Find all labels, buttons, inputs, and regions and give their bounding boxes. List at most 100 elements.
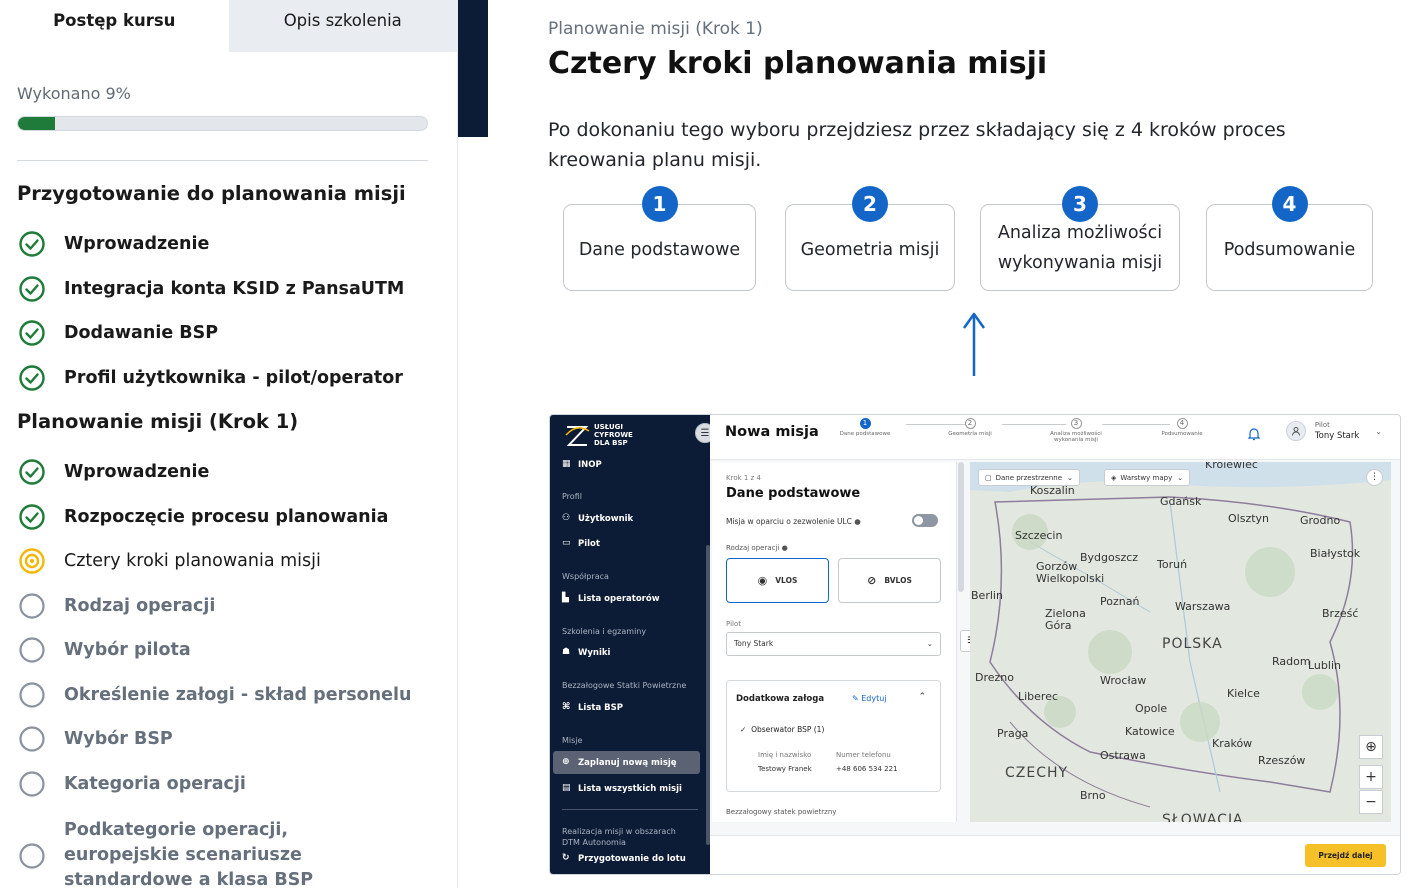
nav-item-label: Lista wszystkich misji: [578, 783, 682, 794]
uav-icon: ⌘: [562, 702, 571, 712]
ulc-toggle[interactable]: [912, 514, 938, 527]
map-city-label: Radom: [1272, 655, 1311, 668]
course-sidebar: Postęp kursu Opis szkolenia Wykonano 9% …: [0, 0, 458, 890]
map-city-label: Opole: [1135, 702, 1168, 715]
vlos-button[interactable]: ◉ VLOS: [726, 558, 829, 603]
bvlos-button[interactable]: ⊘ BVLOS: [838, 558, 941, 603]
wizard-step-2[interactable]: 2 Geometria misji: [930, 418, 1010, 437]
lesson-item-label: Rodzaj operacji: [64, 596, 216, 616]
lesson-item[interactable]: Integracja konta KSID z PansaUTM: [17, 274, 404, 304]
nav-item-inop[interactable]: ▦ INOP: [562, 459, 602, 470]
nav-item-prepare[interactable]: ↻ Przygotowanie do lotu: [562, 853, 686, 864]
map-city-label: Kraków: [1212, 737, 1253, 750]
nav-item-list[interactable]: ▤ Lista wszystkich misji: [562, 783, 682, 794]
basic-data-form: Krok 1 z 4 Dane podstawowe Misja w oparc…: [712, 462, 964, 822]
lesson-item[interactable]: Wprowadzenie: [17, 457, 209, 487]
nav-item-label: Lista BSP: [578, 702, 623, 713]
lesson-item[interactable]: Wprowadzenie: [17, 229, 209, 259]
form-step-indicator: Krok 1 z 4: [726, 474, 761, 482]
map-city-label: SŁOWACJA: [1162, 812, 1244, 822]
nav-item-uav[interactable]: ⌘ Lista BSP: [562, 702, 623, 713]
pencil-icon: ✎: [852, 694, 859, 703]
empty-circle-icon: [19, 593, 45, 619]
check-circle-icon: [19, 276, 45, 302]
nav-section-heading: Realizacja misji w obszarach DTM Autonom…: [562, 827, 676, 847]
map-city-label: Grodno: [1300, 514, 1341, 527]
nav-item-label: Przygotowanie do lotu: [578, 853, 686, 864]
progress-bar: [17, 116, 428, 131]
sidebar-tabs: Postęp kursu Opis szkolenia: [0, 0, 457, 52]
map-city-label: Berlin: [971, 589, 1003, 602]
bell-icon[interactable]: [1248, 427, 1260, 441]
map-city-label: Białystok: [1310, 547, 1361, 560]
map-city-label: Gorzów Wielkopolski: [1036, 560, 1105, 585]
lesson-item[interactable]: Wybór BSP: [17, 724, 173, 754]
pilot-select[interactable]: Tony Stark ⌄: [726, 632, 941, 656]
wizard-step-4[interactable]: 4 Podsumowanie: [1142, 418, 1222, 437]
prepare-icon: ↻: [562, 853, 570, 863]
lesson-item[interactable]: Kategoria operacji: [17, 769, 246, 799]
map-city-label: Liberec: [1018, 690, 1059, 703]
wizard-step-1[interactable]: 1 Dane podstawowe: [825, 418, 905, 437]
nav-item-label: Lista operatorów: [578, 593, 660, 604]
map-city-label: Kielce: [1227, 687, 1260, 700]
zoom-out-button[interactable]: −: [1359, 790, 1383, 814]
map-city-label: Wrocław: [1100, 674, 1147, 687]
form-title: Dane podstawowe: [726, 486, 861, 501]
lesson-item[interactable]: Określenie załogi - skład personelu: [17, 680, 411, 710]
lesson-item[interactable]: Podkategorie operacji, europejskie scena…: [17, 818, 377, 893]
nav-section-heading: Szkolenia i egzaminy: [562, 627, 647, 636]
lesson-item[interactable]: Dodawanie BSP: [17, 318, 218, 348]
map-city-label: Ostrawa: [1100, 749, 1146, 762]
map-layers-button[interactable]: ◈ Warstwy mapy ⌄: [1104, 469, 1191, 486]
tab-course-progress[interactable]: Postęp kursu: [0, 0, 229, 52]
more-options-icon[interactable]: ⋮: [1366, 469, 1383, 486]
phone-label: Numer telefonu: [836, 751, 891, 759]
chevron-up-icon[interactable]: ⌃: [918, 692, 926, 702]
map-city-label: Toruń: [1157, 558, 1188, 571]
next-button[interactable]: Przejdź dalej: [1305, 844, 1386, 867]
user-menu[interactable]: Pilot Tony Stark ⌄: [1285, 421, 1382, 441]
nav-item-operators[interactable]: ▙ Lista operatorów: [562, 593, 660, 604]
lesson-item[interactable]: Rozpoczęcie procesu planowania: [17, 502, 388, 532]
nav-item-results[interactable]: ☗ Wyniki: [562, 647, 610, 658]
check-circle-icon: [19, 504, 45, 530]
wizard-step-3[interactable]: 3 Analiza możliwości wykonania misji: [1036, 418, 1116, 443]
step-number-2: 2: [852, 186, 888, 222]
user-name: Tony Stark: [1314, 431, 1360, 441]
info-icon: ●: [854, 517, 861, 526]
crew-edit-link[interactable]: ✎ Edytuj: [852, 694, 887, 703]
target-circle-icon: [19, 548, 45, 574]
zoom-in-button[interactable]: +: [1359, 765, 1383, 789]
app-screenshot: USŁUGI CYFROWE DLA BSP ▦ INOP Profil ⚇ Użytk…: [549, 414, 1401, 875]
step-card-4: 4 Podsumowanie: [1206, 186, 1373, 291]
plan-icon: ⊕: [562, 757, 570, 767]
nav-section-heading: Misje: [562, 736, 583, 745]
nav-item-pilot[interactable]: ▭ Pilot: [562, 538, 600, 549]
chevron-down-icon: ⌄: [1067, 473, 1073, 482]
lesson-item-label: Wprowadzenie: [64, 234, 210, 254]
crew-title: Dodatkowa załoga: [736, 694, 825, 704]
nav-item-user[interactable]: ⚇ Użytkownik: [562, 513, 633, 524]
nav-item-plan[interactable]: ⊕ Zaplanuj nową misję: [553, 751, 700, 774]
lesson-item-label: Określenie załogi - skład personelu: [64, 685, 412, 705]
locate-icon[interactable]: ⊕: [1359, 735, 1383, 759]
nav-divider: [562, 809, 698, 810]
lesson-item[interactable]: Profil użytkownika - pilot/operator: [17, 363, 403, 393]
step-label-3: Analiza możliwości wykonywania misji: [997, 222, 1163, 273]
map-city-label: Lublin: [1308, 659, 1341, 672]
info-icon: ●: [781, 544, 788, 552]
lesson-item-label: Wybór pilota: [64, 640, 191, 660]
lesson-item[interactable]: Wybór pilota: [17, 635, 191, 665]
map-city-label: Koszalin: [1030, 484, 1075, 497]
check-circle-icon: [19, 320, 45, 346]
step-number-3: 3: [1062, 186, 1098, 222]
form-scrollbar[interactable]: [958, 462, 964, 592]
lesson-item[interactable]: Rodzaj operacji: [17, 591, 215, 621]
tab-training-description[interactable]: Opis szkolenia: [228, 0, 457, 52]
map-city-label: Olsztyn: [1228, 512, 1270, 525]
map[interactable]: ▢ Dane przestrzenne ⌄ ◈ Warstwy mapy ⌄ ⋮ Kro…: [970, 462, 1391, 822]
step-card-3: 3 Analiza możliwości wykonywania misji: [980, 186, 1180, 291]
nav-scrollbar[interactable]: [706, 545, 710, 845]
lesson-item[interactable]: Cztery kroki planowania misji: [17, 546, 321, 576]
